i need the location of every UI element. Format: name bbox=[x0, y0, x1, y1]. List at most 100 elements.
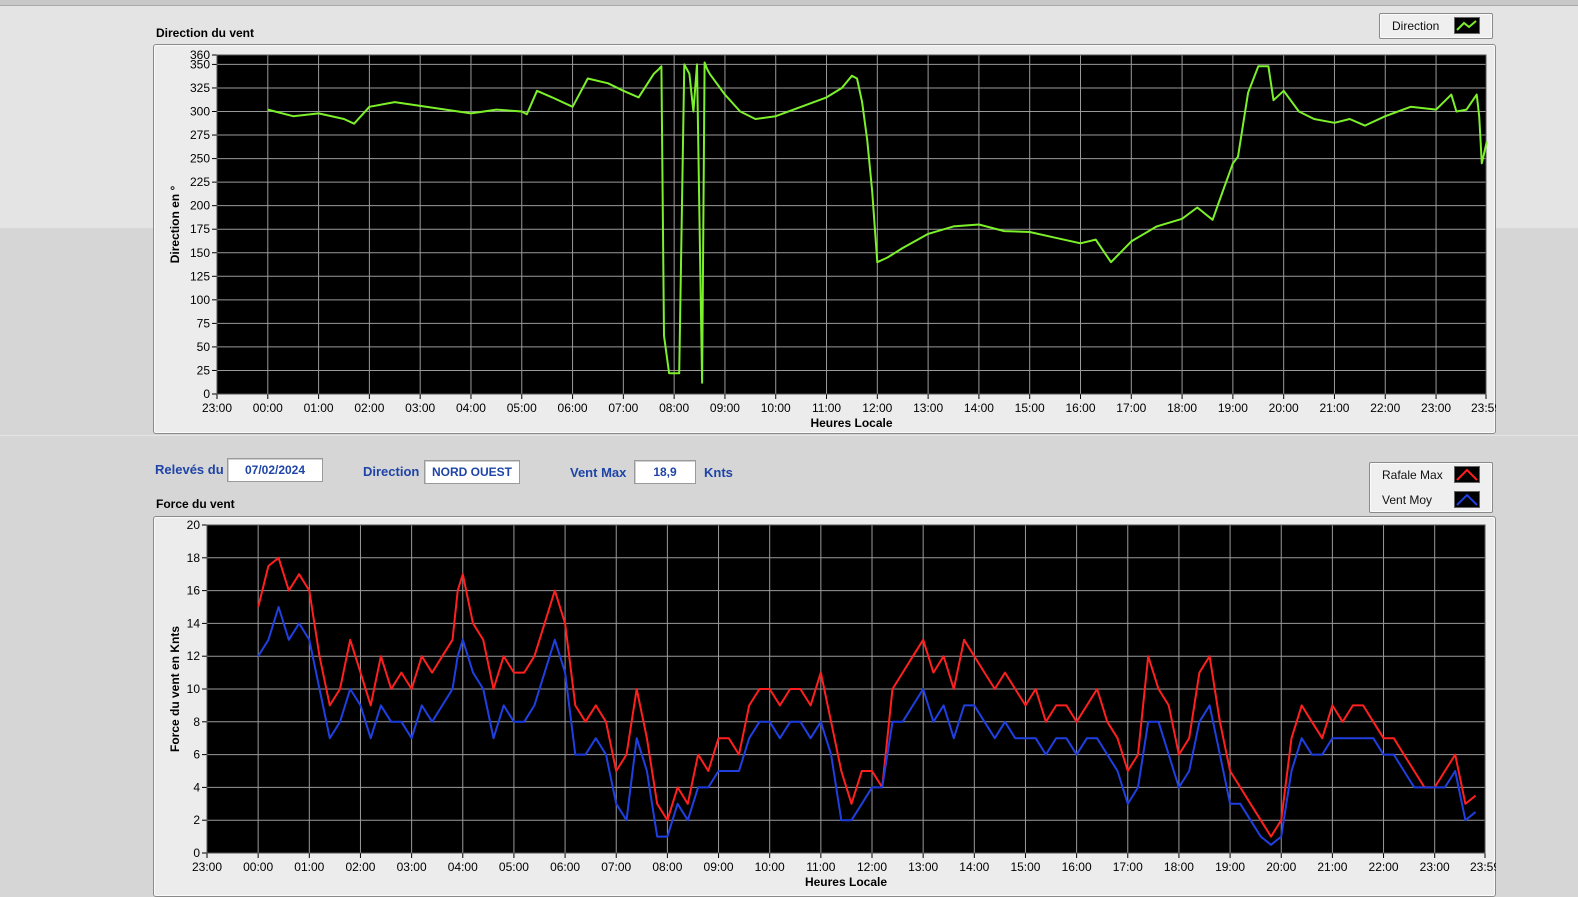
x-tick-label: 03:00 bbox=[405, 401, 435, 415]
x-tick-label: 10:00 bbox=[761, 401, 791, 415]
date-label: Relevés du bbox=[155, 462, 224, 477]
y-tick-label: 360 bbox=[190, 48, 210, 62]
x-tick-label: 07:00 bbox=[608, 401, 638, 415]
x-tick-label: 23:00 bbox=[1420, 860, 1450, 874]
x-tick-label: 22:00 bbox=[1370, 401, 1400, 415]
window-top-edge bbox=[0, 0, 1578, 6]
x-tick-label: 17:00 bbox=[1116, 401, 1146, 415]
direction-legend[interactable]: Direction bbox=[1379, 13, 1493, 39]
y-tick-label: 16 bbox=[187, 584, 201, 598]
x-tick-label: 07:00 bbox=[601, 860, 631, 874]
x-tick-label: 17:00 bbox=[1113, 860, 1143, 874]
direction-chart[interactable]: 0255075100125150175200225250275300325350… bbox=[153, 44, 1496, 434]
x-tick-label: 12:00 bbox=[862, 401, 892, 415]
y-tick-label: 8 bbox=[193, 715, 200, 729]
y-tick-label: 100 bbox=[190, 293, 210, 307]
x-tick-label: 20:00 bbox=[1266, 860, 1296, 874]
y-tick-label: 150 bbox=[190, 246, 210, 260]
force-legend[interactable]: Rafale Max Vent Moy bbox=[1369, 462, 1493, 513]
x-tick-label: 00:00 bbox=[243, 860, 273, 874]
x-tick-label: 11:00 bbox=[812, 401, 841, 415]
y-tick-label: 175 bbox=[190, 222, 210, 236]
x-tick-label: 14:00 bbox=[959, 860, 989, 874]
y-tick-label: 20 bbox=[187, 518, 201, 532]
x-tick-label: 06:00 bbox=[558, 401, 588, 415]
direction-label: Direction bbox=[363, 464, 420, 479]
direction-panel-title: Direction du vent bbox=[156, 26, 255, 40]
x-tick-label: 04:00 bbox=[448, 860, 478, 874]
vmax-field[interactable]: 18,9 bbox=[634, 460, 696, 484]
legend-item-direction[interactable]: Direction bbox=[1380, 14, 1492, 38]
x-tick-label: 01:00 bbox=[304, 401, 334, 415]
x-tick-label: 15:00 bbox=[1010, 860, 1040, 874]
x-tick-label: 21:00 bbox=[1317, 860, 1347, 874]
y-tick-label: 275 bbox=[190, 128, 210, 142]
legend-item-gust[interactable]: Rafale Max bbox=[1370, 463, 1492, 487]
x-tick-label: 15:00 bbox=[1015, 401, 1045, 415]
x-tick-label: 23:59 bbox=[1470, 860, 1496, 874]
y-tick-label: 300 bbox=[190, 105, 210, 119]
x-tick-label: 09:00 bbox=[710, 401, 740, 415]
y-tick-label: 12 bbox=[187, 649, 201, 663]
x-tick-label: 23:00 bbox=[192, 860, 222, 874]
average-line-icon bbox=[1454, 491, 1480, 508]
x-tick-label: 06:00 bbox=[550, 860, 580, 874]
x-tick-label: 11:00 bbox=[806, 860, 835, 874]
y-tick-label: 125 bbox=[190, 269, 210, 283]
x-tick-label: 05:00 bbox=[507, 401, 537, 415]
x-tick-label: 14:00 bbox=[964, 401, 994, 415]
x-tick-label: 19:00 bbox=[1218, 401, 1248, 415]
x-tick-label: 16:00 bbox=[1062, 860, 1092, 874]
x-tick-label: 12:00 bbox=[857, 860, 887, 874]
vmax-label: Vent Max bbox=[570, 465, 627, 480]
x-tick-label: 23:00 bbox=[202, 401, 232, 415]
legend-label-direction: Direction bbox=[1392, 19, 1440, 33]
y-tick-label: 225 bbox=[190, 175, 210, 189]
x-tick-label: 02:00 bbox=[354, 401, 384, 415]
y-tick-label: 14 bbox=[187, 616, 201, 630]
x-tick-label: 09:00 bbox=[704, 860, 734, 874]
y-tick-label: 50 bbox=[197, 340, 211, 354]
x-tick-label: 23:00 bbox=[1421, 401, 1451, 415]
x-tick-label: 02:00 bbox=[345, 860, 375, 874]
y-tick-label: 25 bbox=[197, 363, 211, 377]
force-panel-title: Force du vent bbox=[156, 497, 235, 511]
x-tick-label: 01:00 bbox=[294, 860, 324, 874]
x-tick-label: 04:00 bbox=[456, 401, 486, 415]
y-tick-label: 75 bbox=[197, 316, 211, 330]
y-tick-label: 2 bbox=[193, 813, 200, 827]
x-tick-label: 05:00 bbox=[499, 860, 529, 874]
x-tick-label: 03:00 bbox=[397, 860, 427, 874]
direction-line-icon bbox=[1454, 17, 1480, 34]
y-tick-label: 0 bbox=[203, 387, 210, 401]
x-tick-label: 08:00 bbox=[652, 860, 682, 874]
y-axis-title: Direction en ° bbox=[168, 186, 182, 264]
y-tick-label: 10 bbox=[187, 682, 201, 696]
gust-line-icon bbox=[1454, 466, 1480, 483]
x-tick-label: 18:00 bbox=[1164, 860, 1194, 874]
x-axis-title: Heures Locale bbox=[805, 875, 887, 889]
x-tick-label: 18:00 bbox=[1167, 401, 1197, 415]
x-tick-label: 10:00 bbox=[755, 860, 785, 874]
x-tick-label: 13:00 bbox=[913, 401, 943, 415]
x-tick-label: 23:59 bbox=[1471, 401, 1496, 415]
x-tick-label: 21:00 bbox=[1319, 401, 1349, 415]
y-tick-label: 325 bbox=[190, 81, 210, 95]
x-tick-label: 00:00 bbox=[253, 401, 283, 415]
x-tick-label: 20:00 bbox=[1269, 401, 1299, 415]
date-field[interactable]: 07/02/2024 bbox=[227, 458, 323, 482]
x-tick-label: 19:00 bbox=[1215, 860, 1245, 874]
x-axis-title: Heures Locale bbox=[810, 416, 892, 430]
direction-field[interactable]: NORD OUEST bbox=[424, 460, 520, 484]
y-tick-label: 0 bbox=[193, 846, 200, 860]
vmax-unit: Knts bbox=[704, 465, 733, 480]
force-chart[interactable]: 0 2 4 6 8 10 12 14 16 18 20 23:00 00:00 01:00 02:00 03:… bbox=[153, 516, 1496, 897]
legend-item-average[interactable]: Vent Moy bbox=[1370, 488, 1492, 512]
x-tick-label: 22:00 bbox=[1369, 860, 1399, 874]
x-tick-label: 13:00 bbox=[908, 860, 938, 874]
y-axis-title: Force du vent en Knts bbox=[168, 626, 182, 752]
y-tick-label: 250 bbox=[190, 152, 210, 166]
y-tick-label: 200 bbox=[190, 199, 210, 213]
x-tick-label: 08:00 bbox=[659, 401, 689, 415]
legend-label-average: Vent Moy bbox=[1382, 493, 1433, 507]
